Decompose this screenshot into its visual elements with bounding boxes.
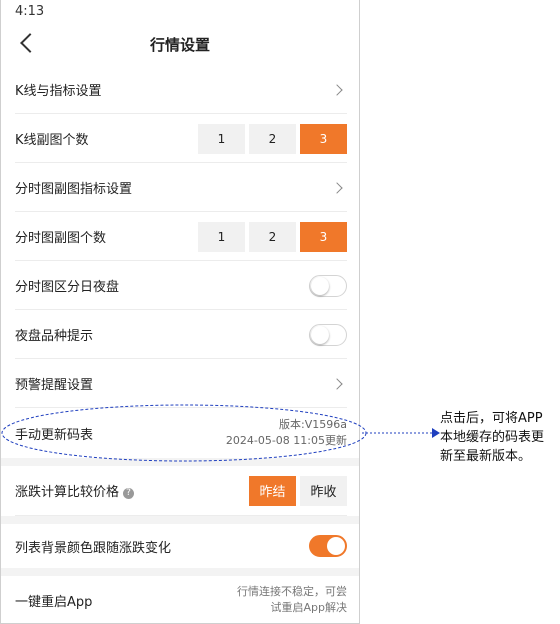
timeshare-split-night-toggle[interactable] — [309, 274, 347, 297]
price-compare-label: 涨跌计算比较价格 — [15, 485, 120, 500]
annotation-note: 点击后，可将APP 本地缓存的码表更 新至最新版本。 — [440, 409, 558, 466]
annotation-line2: 本地缓存的码表更 — [440, 430, 545, 445]
toggle-knob — [311, 276, 329, 295]
version-info: 版本:V1596a 2024-05-08 11:05更新 — [226, 417, 347, 449]
annotation-arrow-icon — [362, 428, 440, 438]
kline-sub-count-option-3[interactable]: 3 — [300, 123, 347, 154]
chevron-right-icon — [331, 181, 343, 194]
restart-note-line2: 试重启App解决 — [270, 601, 348, 614]
row-price-compare: 涨跌计算比较价格? 昨结 昨收 — [15, 466, 347, 516]
price-compare-label-wrap: 涨跌计算比较价格? — [15, 481, 249, 500]
help-icon[interactable]: ? — [123, 488, 135, 499]
section-divider — [1, 458, 359, 466]
price-compare-prev-close[interactable]: 昨收 — [300, 475, 347, 506]
kline-sub-count-selector: 1 2 3 — [198, 123, 347, 154]
row-alert-settings[interactable]: 预警提醒设置 — [15, 360, 347, 408]
row-timeshare-sub-count: 分时图副图个数 1 2 3 — [15, 213, 347, 261]
row-timeshare-split-night: 分时图区分日夜盘 — [15, 262, 347, 310]
night-product-tip-label: 夜盘品种提示 — [15, 329, 94, 344]
row-timeshare-indicator[interactable]: 分时图副图指标设置 — [15, 164, 347, 212]
toggle-knob — [311, 325, 329, 344]
section-divider — [1, 568, 359, 576]
chevron-right-icon — [331, 377, 343, 390]
annotation-line3: 新至最新版本。 — [440, 449, 532, 464]
nav-bar: 行情设置 — [1, 26, 359, 64]
row-list-bg-color: 列表背景颜色跟随涨跌变化 — [15, 524, 347, 568]
timeshare-split-night-label: 分时图区分日夜盘 — [15, 280, 120, 295]
chevron-right-icon — [331, 83, 343, 96]
list-bg-color-toggle[interactable] — [309, 535, 347, 557]
kline-sub-count-option-1[interactable]: 1 — [198, 123, 245, 154]
kline-settings-label: K线与指标设置 — [15, 84, 102, 99]
section-divider — [1, 516, 359, 524]
toggle-knob — [327, 537, 345, 555]
status-bar-time: 4:13 — [15, 4, 45, 19]
price-compare-selector: 昨结 昨收 — [249, 475, 347, 506]
timeshare-sub-count-option-1[interactable]: 1 — [198, 221, 245, 252]
annotation-line1: 点击后，可将APP — [440, 411, 543, 426]
row-restart-app[interactable]: 一键重启App 行情连接不稳定，可尝 试重启App解决 — [15, 576, 347, 623]
list-bg-color-label: 列表背景颜色跟随涨跌变化 — [15, 540, 172, 556]
timeshare-sub-count-option-2[interactable]: 2 — [249, 221, 296, 252]
timeshare-sub-count-selector: 1 2 3 — [198, 221, 347, 252]
page-title: 行情设置 — [149, 36, 210, 54]
version-number: 版本:V1596a — [279, 418, 347, 431]
timeshare-indicator-label: 分时图副图指标设置 — [15, 182, 133, 197]
night-product-tip-toggle[interactable] — [309, 323, 347, 346]
timeshare-sub-count-option-3[interactable]: 3 — [300, 221, 347, 252]
restart-app-note: 行情连接不稳定，可尝 试重启App解决 — [237, 584, 347, 616]
row-manual-update[interactable]: 手动更新码表 版本:V1596a 2024-05-08 11:05更新 — [15, 409, 347, 457]
row-kline-sub-count: K线副图个数 1 2 3 — [15, 115, 347, 163]
alert-settings-label: 预警提醒设置 — [15, 378, 94, 393]
update-timestamp: 2024-05-08 11:05更新 — [225, 434, 347, 447]
price-compare-prev-settle[interactable]: 昨结 — [249, 475, 296, 506]
manual-update-label: 手动更新码表 — [15, 427, 94, 443]
timeshare-sub-count-label: 分时图副图个数 — [15, 231, 107, 246]
restart-app-label: 一键重启App — [15, 594, 93, 610]
kline-sub-count-label: K线副图个数 — [15, 133, 89, 148]
restart-note-line1: 行情连接不稳定，可尝 — [237, 585, 347, 598]
row-kline-settings[interactable]: K线与指标设置 — [15, 66, 347, 114]
phone-screen: 4:13 行情设置 K线与指标设置 K线副图个数 1 2 3 分时图副图指标设置… — [0, 0, 360, 624]
row-night-product-tip: 夜盘品种提示 — [15, 311, 347, 359]
kline-sub-count-option-2[interactable]: 2 — [249, 123, 296, 154]
